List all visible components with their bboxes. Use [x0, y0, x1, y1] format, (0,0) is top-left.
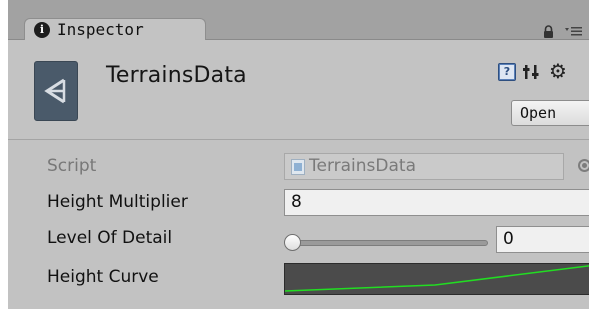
height-multiplier-value: 8: [291, 192, 302, 212]
inspector-body: Script TerrainsData Height Multiplier 8 …: [8, 140, 589, 309]
height-curve-line: [284, 265, 589, 292]
tab-inspector[interactable]: i Inspector: [24, 18, 206, 41]
script-file-icon: [291, 159, 305, 175]
object-picker-icon[interactable]: [578, 159, 589, 172]
level-of-detail-field[interactable]: 0: [496, 226, 589, 253]
open-button[interactable]: Open: [511, 100, 589, 126]
level-of-detail-label: Level Of Detail: [47, 228, 173, 248]
level-of-detail-slider-thumb[interactable]: [284, 234, 301, 251]
gear-icon[interactable]: ⚙: [549, 61, 567, 81]
height-multiplier-field[interactable]: 8: [284, 189, 589, 216]
lock-icon[interactable]: [543, 25, 554, 38]
tab-inspector-label: Inspector: [57, 20, 144, 39]
height-curve-label: Height Curve: [47, 267, 159, 287]
script-label: Script: [47, 156, 97, 176]
script-object-field: TerrainsData: [284, 153, 564, 180]
csharp-script-icon: [34, 61, 78, 121]
info-icon: i: [34, 22, 50, 38]
presets-icon[interactable]: [523, 63, 541, 81]
help-icon[interactable]: ?: [498, 63, 516, 81]
object-title: TerrainsData: [106, 63, 247, 88]
level-of-detail-value: 0: [503, 229, 514, 249]
level-of-detail-slider-track[interactable]: [290, 240, 488, 246]
tab-menu-icon[interactable]: [564, 25, 582, 37]
height-curve-field[interactable]: [284, 263, 589, 295]
inspector-header: TerrainsData ? ⚙ Open: [8, 40, 589, 140]
script-field-value: TerrainsData: [309, 156, 416, 176]
height-multiplier-label: Height Multiplier: [47, 192, 188, 212]
inspector-tab-bar: i Inspector: [8, 0, 589, 41]
